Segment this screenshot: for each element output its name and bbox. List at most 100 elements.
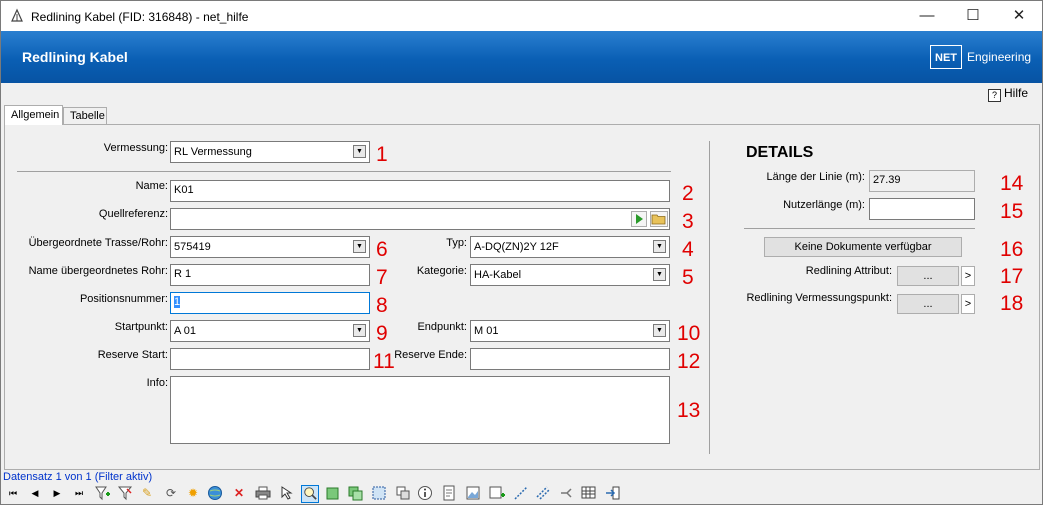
tab-tabelle[interactable]: Tabelle <box>63 107 107 125</box>
marker-11: 11 <box>373 350 395 373</box>
app-icon <box>11 8 23 22</box>
filter-icon[interactable] <box>117 485 133 501</box>
delete-icon[interactable]: ✕ <box>231 485 247 501</box>
tab-allgemein[interactable]: Allgemein <box>4 105 63 125</box>
divider <box>17 171 671 172</box>
marker-16: 16 <box>1000 238 1024 261</box>
zoom-icon[interactable] <box>301 485 319 503</box>
line-split-icon[interactable] <box>535 485 551 501</box>
typ-value: A-DQ(ZN)2Y 12F <box>474 241 559 253</box>
marker-15: 15 <box>1000 200 1024 223</box>
status-text: Datensatz 1 von 1 (Filter aktiv) <box>3 471 153 483</box>
positionsnummer-label: Positionsnummer: <box>79 293 168 305</box>
trasse-label: Übergeordnete Trasse/Rohr: <box>28 237 168 249</box>
play-button[interactable] <box>631 211 647 227</box>
folder-icon <box>651 214 666 225</box>
marker-17: 17 <box>1000 265 1024 288</box>
marker-2: 2 <box>682 182 694 205</box>
copy-icon[interactable] <box>395 485 411 501</box>
startpunkt-select[interactable]: A 01 ▼ <box>170 320 370 342</box>
typ-select[interactable]: A-DQ(ZN)2Y 12F ▼ <box>470 236 670 258</box>
marker-8: 8 <box>376 294 388 317</box>
select-icon[interactable] <box>279 485 295 501</box>
help-icon: ? <box>988 89 1001 102</box>
trasse-select[interactable]: 575419 ▼ <box>170 236 370 258</box>
attribut-label: Redlining Attribut: <box>805 265 892 277</box>
positionsnummer-input[interactable]: 1 <box>170 292 370 314</box>
logo-text: Engineering <box>967 50 1032 64</box>
kategorie-value: HA-Kabel <box>474 269 522 281</box>
reserve-start-input[interactable] <box>170 348 370 370</box>
edit-icon[interactable]: ✎ <box>139 485 155 501</box>
image-icon[interactable] <box>465 485 481 501</box>
net-logo: NET <box>930 45 962 69</box>
vermessung-select[interactable]: RL Vermessung ▼ <box>170 141 370 163</box>
marker-12: 12 <box>677 350 701 373</box>
keine-dokumente-button[interactable]: Keine Dokumente verfügbar <box>764 237 962 257</box>
first-record-icon[interactable]: ⏮ <box>5 485 21 501</box>
marker-14: 14 <box>1000 172 1024 195</box>
application-window: Redlining Kabel (FID: 316848) - net_hilf… <box>0 0 1043 505</box>
name-label: Name: <box>135 180 168 192</box>
typ-label: Typ: <box>446 237 467 249</box>
info-textarea[interactable] <box>170 376 670 444</box>
dropdown-arrow-icon: ▼ <box>653 268 666 281</box>
previous-record-icon[interactable]: ◀ <box>27 485 43 501</box>
reserve-ende-input[interactable] <box>470 348 670 370</box>
attribut-ellipsis-button[interactable]: ... <box>897 266 959 286</box>
area-icon[interactable] <box>325 485 341 501</box>
last-record-icon[interactable]: ⏭ <box>71 485 87 501</box>
info-icon[interactable] <box>417 485 433 501</box>
vermessung-value: RL Vermessung <box>174 146 252 158</box>
image-add-icon[interactable] <box>489 485 505 501</box>
quellreferenz-label: Quellreferenz: <box>98 208 168 220</box>
attribut-arrow-button[interactable]: > <box>961 266 975 286</box>
highlight-icon[interactable]: ✹ <box>185 485 201 501</box>
open-folder-button[interactable] <box>650 211 668 227</box>
laenge-value: 27.39 <box>869 170 975 192</box>
print-icon[interactable] <box>255 485 271 501</box>
select-box-icon[interactable] <box>371 485 387 501</box>
rohr-name-input[interactable]: R 1 <box>170 264 370 286</box>
dropdown-arrow-icon: ▼ <box>353 240 366 253</box>
maximize-button[interactable]: ☐ <box>950 1 996 31</box>
trasse-value: 575419 <box>174 241 211 253</box>
vermessungspunkt-ellipsis-button[interactable]: ... <box>897 294 959 314</box>
marker-18: 18 <box>1000 292 1024 315</box>
marker-5: 5 <box>682 266 694 289</box>
table-icon[interactable] <box>581 485 597 501</box>
area-add-icon[interactable] <box>347 485 363 501</box>
vermessungspunkt-arrow-button[interactable]: > <box>961 294 975 314</box>
endpunkt-label: Endpunkt: <box>417 321 467 333</box>
play-icon <box>636 214 643 224</box>
marker-9: 9 <box>376 322 388 345</box>
nutzerlaenge-input[interactable] <box>869 198 975 220</box>
globe-icon[interactable] <box>207 485 223 501</box>
details-divider <box>744 228 975 229</box>
exit-icon[interactable] <box>605 485 621 501</box>
dropdown-arrow-icon: ▼ <box>653 240 666 253</box>
route-icon[interactable] <box>559 485 575 501</box>
title-bar: Redlining Kabel (FID: 316848) - net_hilf… <box>1 1 1042 31</box>
next-record-icon[interactable]: ▶ <box>49 485 65 501</box>
endpunkt-value: M 01 <box>474 325 499 337</box>
minimize-button[interactable]: — <box>904 1 950 31</box>
marker-6: 6 <box>376 238 388 261</box>
marker-7: 7 <box>376 266 388 289</box>
quellreferenz-input[interactable] <box>170 208 670 230</box>
add-filter-icon[interactable] <box>95 485 111 501</box>
refresh-icon[interactable]: ⟳ <box>163 485 179 501</box>
vertical-divider <box>709 141 710 454</box>
endpunkt-select[interactable]: M 01 ▼ <box>470 320 670 342</box>
kategorie-select[interactable]: HA-Kabel ▼ <box>470 264 670 286</box>
help-button[interactable]: ? Hilfe <box>988 86 1028 102</box>
vermessung-label: Vermessung: <box>103 142 168 154</box>
help-label: Hilfe <box>1004 86 1029 100</box>
close-window-button[interactable]: ✕ <box>996 1 1042 31</box>
report-icon[interactable] <box>441 485 457 501</box>
laenge-label: Länge der Linie (m): <box>766 171 865 183</box>
name-input[interactable]: K01 <box>170 180 670 202</box>
line-icon[interactable] <box>513 485 529 501</box>
vermessungspunkt-label: Redlining Vermessungspunkt: <box>746 292 892 304</box>
reserve-ende-label: Reserve Ende: <box>394 349 467 361</box>
